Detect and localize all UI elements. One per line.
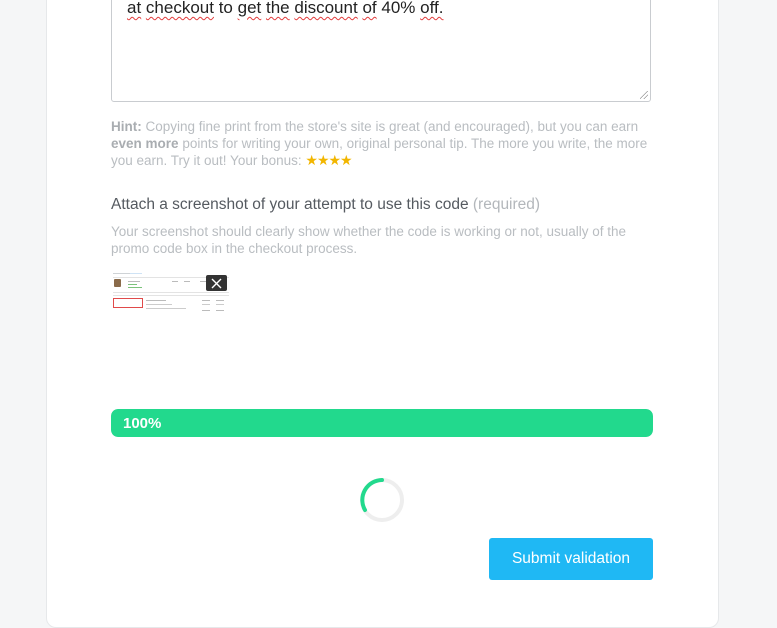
promo-code-highlight	[113, 298, 143, 308]
product-image-icon	[114, 279, 121, 287]
word: discount	[294, 0, 358, 17]
attach-description: Your screenshot should clearly show whet…	[111, 224, 627, 256]
word: off.	[420, 0, 444, 17]
hint-emphasis: even more	[111, 136, 179, 151]
hint-body: Copying fine print from the store's site…	[145, 119, 639, 134]
required-label: (required)	[472, 196, 541, 213]
word: of	[362, 0, 377, 17]
submit-validation-button[interactable]: Submit validation	[489, 538, 653, 580]
resize-handle-icon[interactable]	[640, 91, 648, 99]
upload-progress-bar: 100%	[111, 409, 653, 437]
tip-textarea[interactable]: at checkout to get the discount of 40% o…	[111, 0, 651, 102]
word: 40%	[381, 0, 416, 17]
word: the	[266, 0, 290, 17]
attach-title-text: Attach a screenshot of your attempt to u…	[111, 196, 469, 213]
progress-fill: 100%	[111, 409, 653, 437]
hint-body-rest: points for writing your own, original pe…	[111, 136, 648, 168]
word: get	[237, 0, 262, 17]
loading-spinner-icon	[359, 477, 405, 523]
attach-screenshot-title: Attach a screenshot of your attempt to u…	[111, 196, 540, 214]
word: to	[218, 0, 233, 17]
close-icon	[211, 278, 222, 288]
progress-label: 100%	[123, 414, 162, 432]
tip-text-line: at checkout to get the discount of 40% o…	[127, 0, 443, 22]
remove-screenshot-button[interactable]	[206, 275, 227, 291]
bonus-stars-icon: ★★★★	[305, 152, 352, 168]
word: checkout	[145, 0, 214, 17]
word: at	[127, 0, 142, 17]
hint-label: Hint:	[111, 119, 142, 134]
hint-text: Hint: Copying fine print from the store'…	[111, 118, 656, 169]
